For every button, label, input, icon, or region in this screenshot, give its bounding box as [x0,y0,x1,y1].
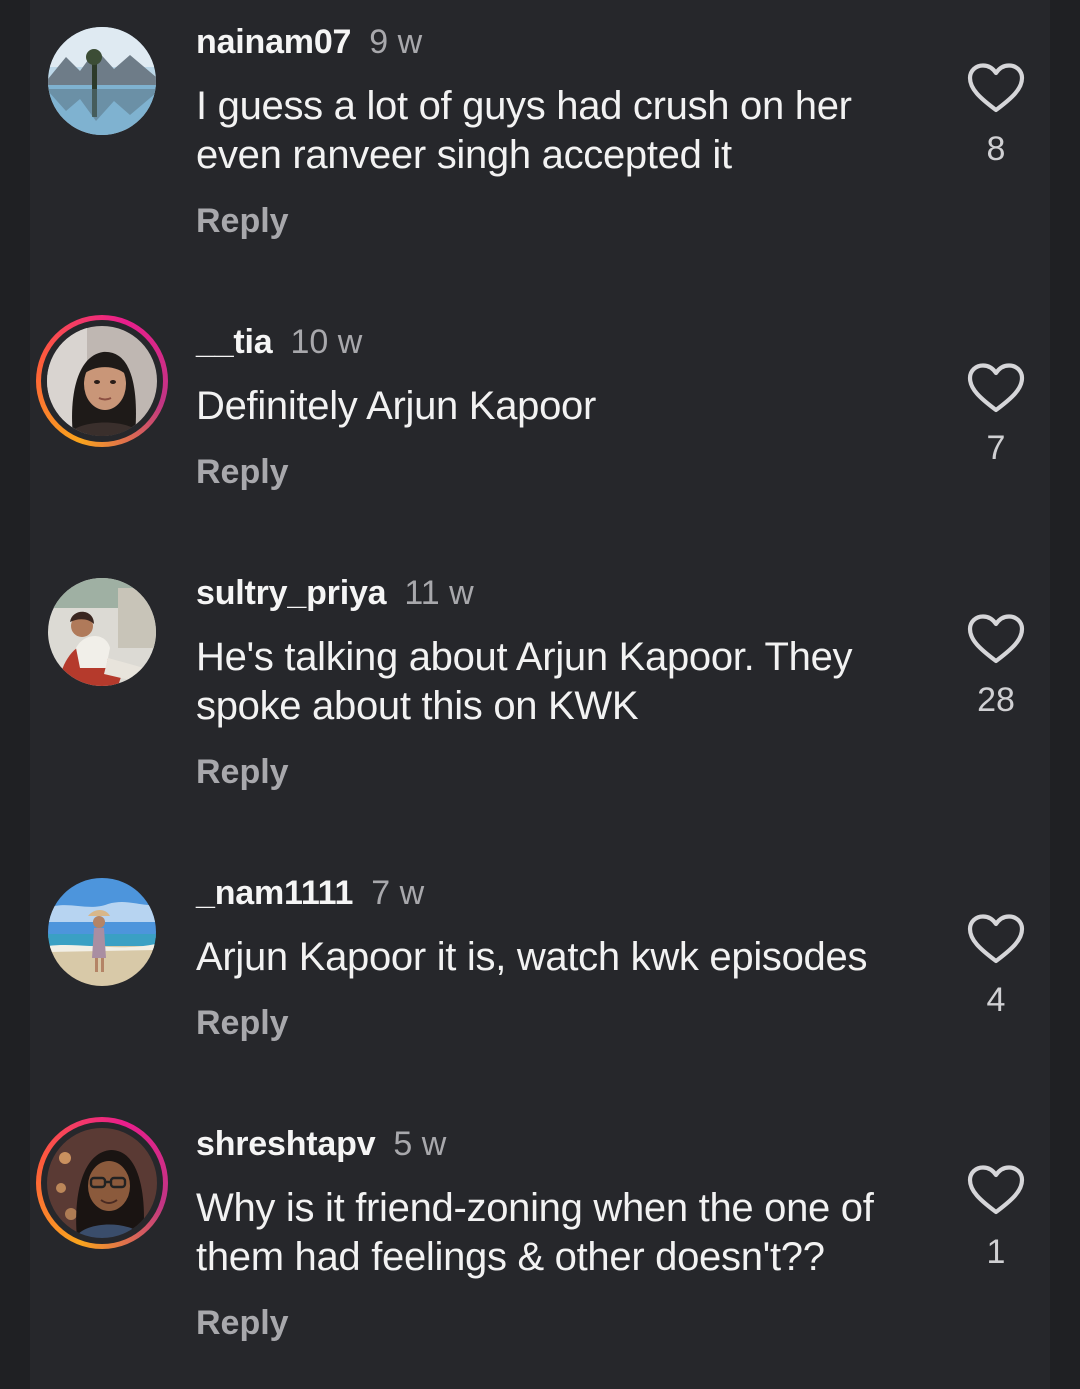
timestamp: 11 w [404,574,474,612]
comment-text: Arjun Kapoor it is, watch kwk episodes [196,935,868,979]
comment-item: sultry_priya 11 w He's talking about Arju… [0,551,1080,801]
reply-button[interactable]: Reply [196,1001,289,1045]
like-count: 4 [986,981,1006,1019]
like-button[interactable] [966,362,1026,414]
avatar-image [48,27,156,135]
comment-item: __tia 10 w Definitely Arjun Kapoor Reply … [0,300,1080,550]
like-button[interactable] [966,1164,1026,1216]
reply-button[interactable]: Reply [196,450,289,494]
timestamp: 10 w [290,323,363,361]
like-count: 8 [986,130,1006,168]
heart-outline-icon [967,1165,1025,1215]
avatar[interactable] [36,1117,168,1249]
like-button[interactable] [966,613,1026,665]
heart-outline-icon [967,63,1025,113]
comment-meta: __tia 10 w [196,320,362,364]
avatar[interactable] [48,878,156,986]
comment-text: I guess a lot of guys had crush on her e… [196,84,852,177]
avatar[interactable] [48,27,156,135]
comment-item: nainam07 9 w I guess a lot of guys had cr… [0,0,1080,250]
comment-meta: _nam1111 7 w [196,871,424,915]
comment-meta: sultry_priya 11 w [196,571,474,615]
comment-text: He's talking about Arjun Kapoor. They sp… [196,635,853,728]
comment-item: shreshtapv 5 w Why is it friend-zoning wh… [0,1102,1080,1352]
avatar-image [48,878,156,986]
reply-button[interactable]: Reply [196,1301,289,1345]
timestamp: 7 w [371,874,425,912]
username[interactable]: __tia [196,323,273,361]
comment-item: _nam1111 7 w Arjun Kapoor it is, watch kw… [0,851,1080,1101]
avatar-image [47,1128,157,1238]
like-count: 7 [986,429,1006,467]
comment-text: Definitely Arjun Kapoor [196,384,596,428]
username[interactable]: _nam1111 [196,874,353,912]
comment-meta: shreshtapv 5 w [196,1122,446,1166]
heart-outline-icon [967,614,1025,664]
username[interactable]: sultry_priya [196,574,387,612]
reply-button[interactable]: Reply [196,750,289,794]
timestamp: 9 w [369,23,423,61]
username[interactable]: nainam07 [196,23,351,61]
like-count: 1 [986,1233,1006,1271]
like-button[interactable] [966,62,1026,114]
avatar-image [48,578,156,686]
avatar-image [47,326,157,436]
like-button[interactable] [966,913,1026,965]
like-count: 28 [977,681,1015,719]
avatar[interactable] [36,315,168,447]
comment-meta: nainam07 9 w [196,20,422,64]
reply-button[interactable]: Reply [196,199,289,243]
comment-text: Why is it friend-zoning when the one of … [196,1186,874,1279]
timestamp: 5 w [393,1125,447,1163]
comment-list: nainam07 9 w I guess a lot of guys had cr… [0,0,1080,1389]
avatar[interactable] [48,578,156,686]
heart-outline-icon [967,363,1025,413]
username[interactable]: shreshtapv [196,1125,376,1163]
heart-outline-icon [967,914,1025,964]
